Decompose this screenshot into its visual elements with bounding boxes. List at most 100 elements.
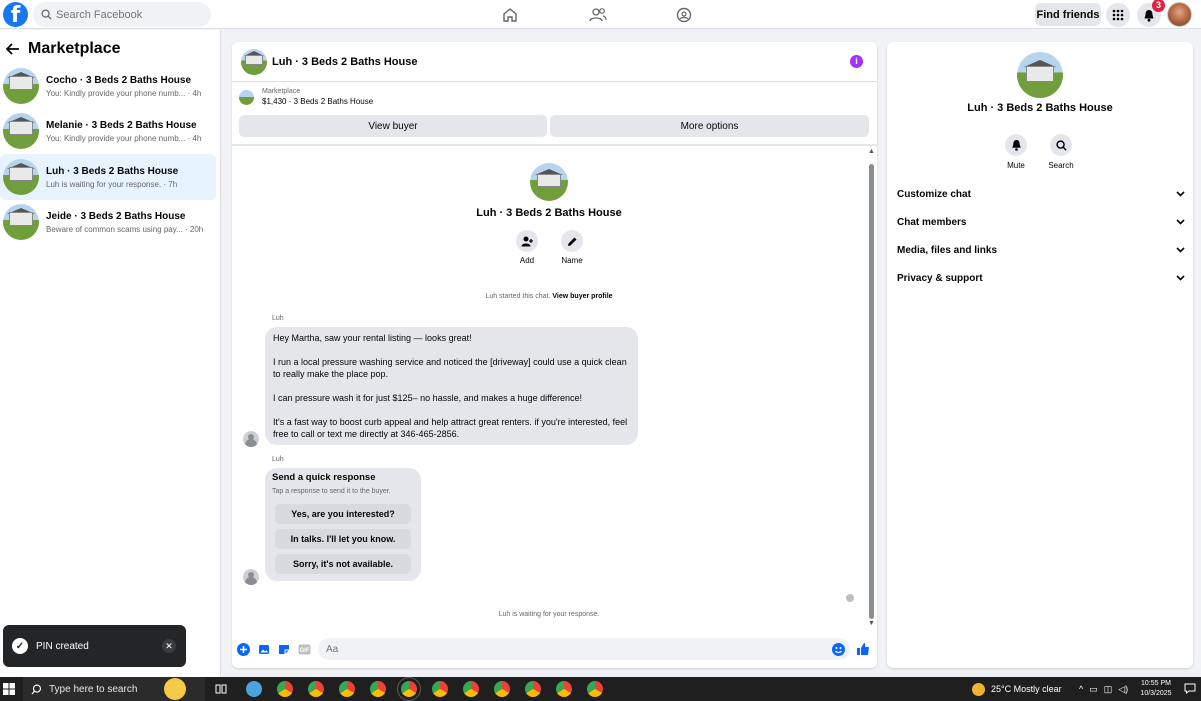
listing-thumbnail bbox=[3, 68, 39, 104]
back-arrow-icon[interactable] bbox=[6, 43, 20, 55]
facebook-logo[interactable]: f bbox=[3, 2, 28, 27]
pencil-icon bbox=[561, 230, 583, 252]
conversation-item[interactable]: Cocho · 3 Beds 2 Baths House You: Kindly… bbox=[0, 63, 216, 109]
windows-taskbar: Type here to search 25°C Mostly clear ^ … bbox=[0, 677, 1201, 701]
conversation-item[interactable]: Melanie · 3 Beds 2 Baths House You: Kind… bbox=[0, 108, 216, 154]
chrome-icon[interactable] bbox=[370, 681, 386, 697]
weather-text: 25°C Mostly clear bbox=[991, 684, 1062, 694]
wifi-icon[interactable]: ◫ bbox=[1104, 684, 1113, 695]
scroll-down-arrow[interactable]: ▼ bbox=[868, 620, 875, 627]
weather-widget[interactable]: 25°C Mostly clear bbox=[972, 677, 1062, 701]
customize-chat-section[interactable]: Customize chat bbox=[897, 184, 1185, 204]
scrollbar-thumb[interactable] bbox=[869, 164, 874, 619]
section-label: Privacy & support bbox=[897, 272, 983, 284]
conversation-item[interactable]: Jeide · 3 Beds 2 Baths House Beware of c… bbox=[0, 199, 216, 245]
chrome-icon[interactable] bbox=[463, 681, 479, 697]
sidebar-title: Marketplace bbox=[28, 40, 121, 57]
privacy-support-section[interactable]: Privacy & support bbox=[897, 268, 1185, 288]
chrome-icon[interactable] bbox=[587, 681, 603, 697]
close-toast-button[interactable]: ✕ bbox=[162, 639, 176, 653]
search-conversation-button[interactable]: Search bbox=[1041, 134, 1081, 170]
notification-center-icon[interactable] bbox=[1184, 683, 1196, 697]
listing-thumbnail bbox=[3, 204, 39, 240]
task-view-icon[interactable] bbox=[215, 683, 227, 698]
listing-price: $1,430 · 3 Beds 2 Baths House bbox=[262, 97, 374, 106]
marketplace-sidebar: Marketplace Cocho · 3 Beds 2 Baths House… bbox=[0, 30, 221, 677]
chrome-icon[interactable] bbox=[494, 681, 510, 697]
mute-button[interactable]: Mute bbox=[996, 134, 1036, 170]
search-icon bbox=[31, 684, 42, 694]
view-buyer-button[interactable]: View buyer bbox=[239, 115, 547, 137]
search-input[interactable] bbox=[56, 8, 196, 21]
view-buyer-profile-link[interactable]: View buyer profile bbox=[552, 293, 612, 300]
chat-members-section[interactable]: Chat members bbox=[897, 212, 1185, 232]
chevron-down-icon bbox=[1176, 191, 1185, 197]
name-label: Name bbox=[561, 256, 583, 265]
menu-grid-icon[interactable] bbox=[1106, 3, 1130, 27]
chat-title[interactable]: Luh · 3 Beds 2 Baths House bbox=[272, 56, 417, 68]
sender-avatar[interactable] bbox=[243, 569, 259, 585]
sticker-icon[interactable] bbox=[277, 642, 291, 656]
network-icon[interactable]: ▭ bbox=[1089, 684, 1098, 695]
edit-name-button[interactable]: Name bbox=[552, 230, 592, 265]
chrome-icon[interactable] bbox=[432, 681, 448, 697]
chrome-icon[interactable] bbox=[277, 681, 293, 697]
volume-icon[interactable]: ◁) bbox=[1118, 684, 1128, 695]
chat-details-panel: Luh · 3 Beds 2 Baths House Mute Search C… bbox=[887, 42, 1193, 668]
gif-icon[interactable]: GIF bbox=[297, 642, 311, 656]
search-box[interactable] bbox=[33, 2, 211, 27]
moon-weather-icon bbox=[972, 682, 985, 696]
chevron-down-icon bbox=[1176, 219, 1185, 225]
chat-scrollbar[interactable]: ▲ ▼ bbox=[866, 146, 877, 629]
more-options-button[interactable]: More options bbox=[550, 115, 869, 137]
chrome-icon-active[interactable] bbox=[397, 677, 421, 701]
app-icon[interactable] bbox=[246, 681, 262, 697]
chevron-up-icon[interactable]: ^ bbox=[1079, 684, 1083, 694]
divider bbox=[232, 144, 877, 146]
listing-summary[interactable]: Marketplace $1,430 · 3 Beds 2 Baths Hous… bbox=[239, 88, 373, 106]
friends-icon[interactable] bbox=[587, 4, 609, 26]
quick-response-in-talks-button[interactable]: In talks. I'll let you know. bbox=[275, 529, 411, 549]
account-avatar[interactable] bbox=[1167, 2, 1192, 27]
chrome-icon[interactable] bbox=[556, 681, 572, 697]
conversation-name: Cocho · 3 Beds 2 Baths House bbox=[46, 74, 192, 86]
section-label: Chat members bbox=[897, 216, 967, 228]
info-icon[interactable]: i bbox=[850, 55, 863, 68]
chat-header: Luh · 3 Beds 2 Baths House i bbox=[232, 42, 877, 82]
taskbar-search[interactable]: Type here to search bbox=[23, 677, 205, 701]
scroll-up-arrow[interactable]: ▲ bbox=[868, 148, 875, 155]
search-highlight-emoji-icon[interactable] bbox=[164, 678, 186, 700]
profile-name: Luh · 3 Beds 2 Baths House bbox=[476, 207, 622, 219]
thumbs-up-icon[interactable] bbox=[856, 642, 870, 656]
chrome-icon[interactable] bbox=[308, 681, 324, 697]
chevron-down-icon bbox=[1176, 247, 1185, 253]
add-member-button[interactable]: Add bbox=[507, 230, 547, 265]
details-thumbnail bbox=[1017, 52, 1063, 98]
incoming-message-bubble[interactable]: Hey Martha, saw your rental listing — lo… bbox=[265, 327, 638, 445]
sender-avatar[interactable] bbox=[243, 431, 259, 447]
pin-created-toast: ✓ PIN created ✕ bbox=[3, 625, 186, 667]
media-files-links-section[interactable]: Media, files and links bbox=[897, 240, 1185, 260]
chat-header-thumbnail[interactable] bbox=[241, 48, 267, 75]
find-friends-button[interactable]: Find friends bbox=[1035, 3, 1101, 26]
notification-count-badge: 3 bbox=[1152, 0, 1165, 12]
emoji-icon[interactable] bbox=[831, 642, 845, 656]
chrome-icon[interactable] bbox=[525, 681, 541, 697]
photo-icon[interactable] bbox=[257, 642, 271, 656]
quick-response-yes-button[interactable]: Yes, are you interested? bbox=[275, 504, 411, 524]
home-icon[interactable] bbox=[499, 4, 521, 26]
message-input[interactable] bbox=[318, 638, 850, 660]
sidebar-header: Marketplace bbox=[6, 40, 121, 58]
groups-icon[interactable] bbox=[673, 4, 695, 26]
system-clock[interactable]: 10:55 PM 10/3/2025 bbox=[1138, 679, 1174, 699]
conversation-name: Jeide · 3 Beds 2 Baths House bbox=[46, 210, 186, 222]
started-text: Luh started this chat. bbox=[485, 293, 551, 300]
waiting-notice: Luh is waiting for your response. bbox=[498, 611, 600, 618]
conversation-item-active[interactable]: Luh · 3 Beds 2 Baths House Luh is waitin… bbox=[0, 154, 216, 200]
seen-indicator bbox=[846, 594, 854, 602]
plus-circle-icon[interactable] bbox=[236, 642, 250, 656]
search-icon bbox=[41, 9, 52, 20]
chrome-icon[interactable] bbox=[339, 681, 355, 697]
quick-response-not-available-button[interactable]: Sorry, it's not available. bbox=[275, 554, 411, 574]
windows-start-icon[interactable] bbox=[3, 683, 15, 698]
